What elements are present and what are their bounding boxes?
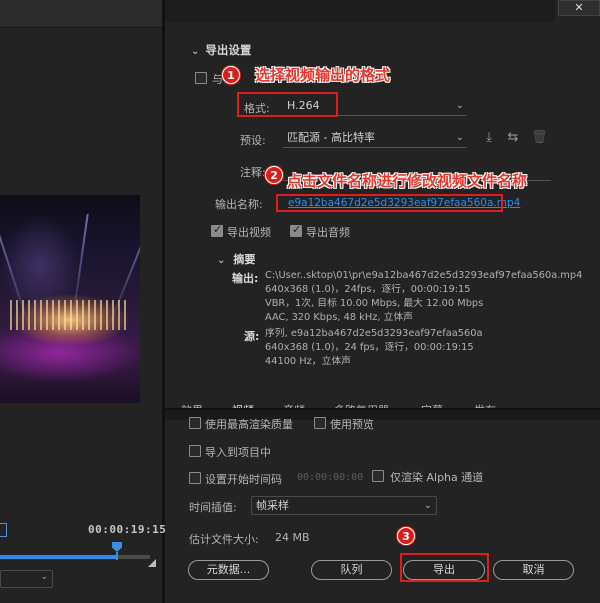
export-video-checkbox[interactable]	[211, 223, 223, 237]
summary-output-label: 输出:	[232, 272, 259, 285]
import-into-project-label: 导入到项目中	[205, 446, 271, 459]
import-preset-icon[interactable]: ⇆	[505, 130, 521, 146]
summary-title: 摘要	[233, 253, 256, 266]
metadata-button[interactable]: 元数据...	[188, 560, 269, 580]
set-start-timecode-checkbox[interactable]	[189, 472, 201, 484]
time-interpolation-dropdown[interactable]: 帧采样 ⌄	[251, 496, 437, 515]
export-settings-section: ⌄ 导出设置 与 1 选择视频输出的格式 格式: H.264 ⌄ 预设: 匹配源 …	[179, 30, 595, 380]
preview-timeline: 00:00:19:15 ⌄	[0, 515, 166, 603]
max-render-quality-label: 使用最高渲染质量	[205, 418, 293, 431]
save-preset-icon[interactable]: ⤓	[481, 130, 497, 146]
cancel-button[interactable]: 取消	[493, 560, 574, 580]
summary-source-label: 源:	[244, 330, 260, 343]
output-name-highlight-box	[276, 194, 503, 212]
time-interpolation-value: 帧采样	[256, 499, 289, 512]
summary-source-line: 44100 Hz，立体声	[265, 356, 351, 367]
max-render-quality-checkbox[interactable]	[189, 417, 201, 429]
source-range-dropdown[interactable]: ⌄	[0, 570, 53, 588]
summary-source-line: 序列, e9a12ba467d2e5d3293eaf97efaa560a	[265, 328, 483, 339]
scrubber-fill	[0, 555, 117, 559]
preview-header-bar	[0, 0, 162, 28]
start-timecode-value[interactable]: 00:00:00:00	[297, 472, 363, 483]
timecode-bracket-icon	[0, 523, 7, 537]
chevron-down-icon: ⌄	[423, 500, 432, 511]
export-settings-panel: ✕ ⌄ 导出设置 与 1 选择视频输出的格式 格式: H.264 ⌄ 预设: 匹配…	[165, 0, 600, 603]
use-previews-checkbox[interactable]	[314, 417, 326, 429]
set-start-timecode-label: 设置开始时间码	[205, 473, 282, 486]
scrubber-track[interactable]	[0, 555, 150, 559]
output-name-label: 输出名称:	[215, 198, 263, 211]
export-audio-label: 导出音频	[306, 226, 350, 239]
preset-value: 匹配源 - 高比特率	[287, 131, 375, 144]
queue-button[interactable]: 队列	[311, 560, 392, 580]
summary-output-line: AAC, 320 Kbps, 48 kHz, 立体声	[265, 312, 413, 323]
export-video-label: 导出视频	[227, 226, 271, 239]
preset-dropdown[interactable]: 匹配源 - 高比特率 ⌄	[283, 129, 466, 148]
chevron-down-icon: ⌄	[455, 100, 464, 111]
summary-header[interactable]: ⌄ 摘要	[217, 251, 255, 267]
callout-number-1: 1	[222, 66, 240, 84]
time-interpolation-label: 时间插值:	[189, 501, 237, 514]
chevron-down-icon: ⌄	[217, 255, 226, 266]
estimated-size-value: 24 MB	[275, 531, 310, 544]
source-preview-pane: 00:00:19:15 ⌄	[0, 0, 166, 603]
callout-text-1: 选择视频输出的格式	[255, 66, 391, 84]
summary-source-line: 640x368 (1.0)，24 fps，逐行，00:00:19:15	[265, 342, 474, 353]
use-previews-label: 使用预览	[330, 418, 374, 431]
import-into-project-checkbox[interactable]	[189, 445, 201, 457]
chevron-down-icon: ⌄	[40, 572, 48, 582]
match-sequence-checkbox[interactable]	[195, 72, 207, 84]
out-point-marker-icon[interactable]	[148, 559, 156, 567]
chevron-down-icon: ⌄	[191, 46, 200, 57]
preview-timecode: 00:00:19:15	[88, 523, 167, 536]
export-highlight-box	[400, 553, 489, 582]
export-audio-checkbox[interactable]	[290, 223, 302, 237]
format-highlight-box	[237, 92, 338, 117]
render-alpha-only-checkbox[interactable]	[372, 470, 384, 482]
render-alpha-only-label: 仅渲染 Alpha 通道	[390, 471, 484, 484]
section-title: 导出设置	[205, 43, 252, 57]
callout-number-3: 3	[397, 527, 415, 545]
summary-output-line: C:\User..sktop\01\pr\e9a12ba467d2e5d3293…	[265, 270, 583, 281]
playhead-handle[interactable]	[112, 542, 122, 560]
estimated-size-label: 估计文件大小:	[189, 533, 259, 546]
comments-label: 注释:	[240, 166, 266, 179]
close-button[interactable]: ✕	[558, 0, 600, 16]
callout-number-2: 2	[265, 166, 283, 184]
summary-output-line: VBR，1次, 目标 10.00 Mbps, 最大 12.00 Mbps	[265, 298, 484, 309]
export-settings-header[interactable]: ⌄ 导出设置	[191, 42, 251, 58]
callout-text-2: 点击文件名称进行修改视频文件名称	[287, 172, 528, 190]
preset-label: 预设:	[240, 134, 266, 147]
title-strip	[165, 0, 555, 22]
summary-output-line: 640x368 (1.0)，24fps，逐行，00:00:19:15	[265, 284, 471, 295]
chevron-down-icon: ⌄	[455, 132, 464, 143]
video-preview-frame	[0, 195, 140, 403]
delete-preset-icon[interactable]: 🗑	[531, 130, 548, 146]
